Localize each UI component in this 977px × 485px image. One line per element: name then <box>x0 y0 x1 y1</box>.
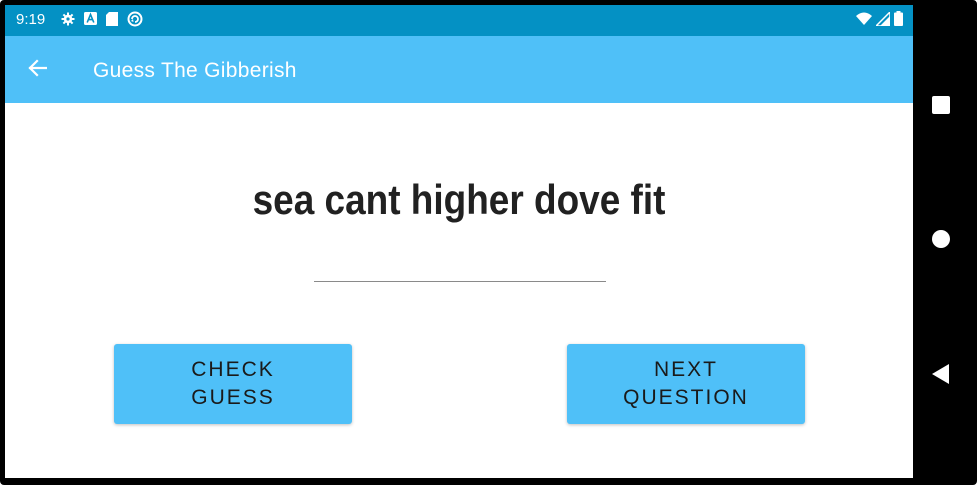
status-time: 9:19 <box>16 11 46 28</box>
gibberish-phrase: sea cant higher dove fit <box>252 176 666 223</box>
arrow-left-icon <box>27 58 48 82</box>
home-button[interactable] <box>927 227 955 255</box>
app-bar: Guess The Gibberish <box>5 36 913 103</box>
guess-input[interactable] <box>314 257 606 282</box>
check-guess-button[interactable]: CHECK GUESS <box>114 344 352 424</box>
recents-square-icon <box>932 95 950 119</box>
back-button[interactable] <box>23 56 51 84</box>
status-bar: 9:19 <box>5 5 913 36</box>
check-guess-label: CHECK GUESS <box>191 358 275 409</box>
home-circle-icon <box>931 229 951 254</box>
status-icons-right <box>856 9 903 31</box>
wifi-icon <box>856 12 872 31</box>
sd-card-icon <box>106 11 118 31</box>
status-icons-left <box>61 11 143 31</box>
app-screen: 9:19 Guess The Gibberish sea cant higher… <box>5 5 913 478</box>
system-nav-bar <box>913 5 974 478</box>
system-back-button[interactable] <box>927 362 955 390</box>
settings-icon <box>61 12 75 31</box>
signal-icon <box>874 9 891 31</box>
next-question-label: NEXT QUESTION <box>623 358 749 409</box>
app-title: Guess The Gibberish <box>93 59 297 82</box>
a-badge-icon <box>84 12 97 30</box>
back-triangle-icon <box>932 363 950 389</box>
sync-circle-icon <box>127 11 143 32</box>
recents-button[interactable] <box>927 93 955 121</box>
next-question-button[interactable]: NEXT QUESTION <box>567 344 805 424</box>
battery-icon <box>894 11 903 31</box>
